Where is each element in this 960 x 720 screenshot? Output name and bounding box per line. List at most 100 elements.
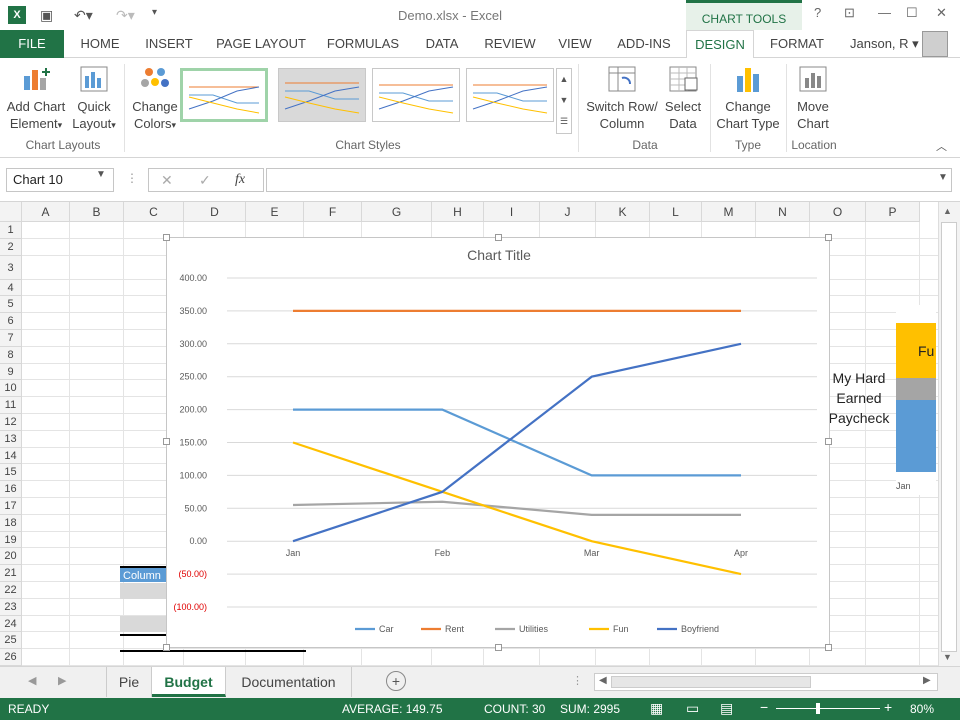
expand-formula-bar-icon[interactable]: ▼: [938, 172, 948, 183]
collapse-ribbon-icon[interactable]: ︿: [936, 138, 947, 154]
column-header-f[interactable]: F: [304, 202, 362, 222]
row-header-6[interactable]: 6: [0, 313, 22, 330]
help-icon[interactable]: ?: [814, 5, 821, 20]
chart-style-1[interactable]: [180, 68, 268, 122]
row-header-26[interactable]: 26: [0, 649, 22, 666]
page-layout-view-icon[interactable]: ▭: [686, 700, 699, 717]
chart-style-2[interactable]: [278, 68, 366, 122]
column-header-c[interactable]: C: [124, 202, 184, 222]
table-row[interactable]: [120, 616, 166, 632]
user-name[interactable]: Janson, R ▾: [850, 36, 919, 52]
redo-icon[interactable]: ↷▾: [116, 7, 135, 24]
save-icon[interactable]: ▣: [40, 7, 53, 24]
row-header-13[interactable]: 13: [0, 430, 22, 448]
row-header-22[interactable]: 22: [0, 582, 22, 599]
row-header-14[interactable]: 14: [0, 447, 22, 465]
normal-view-icon[interactable]: ▦: [650, 700, 663, 717]
undo-icon[interactable]: ↶▾: [74, 7, 93, 24]
tab-insert[interactable]: INSERT: [138, 30, 200, 58]
tab-design[interactable]: DESIGN: [686, 30, 754, 59]
zoom-out-icon[interactable]: −: [760, 699, 768, 715]
zoom-slider-thumb[interactable]: [816, 703, 820, 714]
column-header-i[interactable]: I: [484, 202, 540, 222]
zoom-in-icon[interactable]: +: [884, 699, 892, 715]
close-icon[interactable]: ✕: [936, 5, 947, 21]
row-header-17[interactable]: 17: [0, 498, 22, 515]
column-header-b[interactable]: B: [70, 202, 124, 222]
row-header-4[interactable]: 4: [0, 279, 22, 297]
zoom-level[interactable]: 80%: [910, 702, 934, 716]
minimize-icon[interactable]: —: [878, 5, 891, 20]
resize-handle[interactable]: [163, 644, 170, 651]
name-box-dropdown-icon[interactable]: ▼: [96, 169, 106, 180]
row-header-8[interactable]: 8: [0, 346, 22, 364]
resize-handle[interactable]: [495, 644, 502, 651]
sheet-tab-pie[interactable]: Pie: [106, 667, 152, 697]
column-header-d[interactable]: D: [184, 202, 246, 222]
ribbon-display-icon[interactable]: ⊡: [844, 5, 855, 21]
tab-view[interactable]: VIEW: [552, 30, 598, 58]
horizontal-scrollbar[interactable]: ◀ ▶: [594, 673, 938, 691]
row-header-12[interactable]: 12: [0, 414, 22, 431]
tab-review[interactable]: REVIEW: [478, 30, 542, 58]
avatar[interactable]: [922, 31, 948, 57]
column-header-n[interactable]: N: [756, 202, 810, 222]
row-header-23[interactable]: 23: [0, 598, 22, 616]
h-scroll-thumb[interactable]: [611, 676, 811, 688]
paycheck-chart[interactable]: Fu Jan: [896, 305, 936, 495]
page-break-view-icon[interactable]: ▤: [720, 700, 733, 717]
zoom-slider-track[interactable]: [776, 708, 880, 709]
scroll-down-icon[interactable]: ▼: [943, 652, 952, 662]
cancel-icon[interactable]: ✕: [161, 172, 173, 189]
add-chart-element-button[interactable]: Add Chart Element▾: [4, 64, 68, 134]
row-header-19[interactable]: 19: [0, 531, 22, 549]
switch-row-column-button[interactable]: Switch Row/ Column: [584, 64, 660, 132]
scroll-left-icon[interactable]: ◀: [599, 675, 607, 686]
row-header-18[interactable]: 18: [0, 514, 22, 532]
table-row[interactable]: [120, 583, 166, 599]
prev-sheet-icon[interactable]: ◀: [28, 674, 36, 687]
tab-add-ins[interactable]: ADD-INS: [608, 30, 680, 58]
row-header-15[interactable]: 15: [0, 464, 22, 482]
sheet-tab-documentation[interactable]: Documentation: [226, 667, 352, 697]
column-header-p[interactable]: P: [866, 202, 920, 222]
move-chart-button[interactable]: Move Chart: [790, 64, 836, 132]
resize-handle[interactable]: [163, 234, 170, 241]
tab-file[interactable]: FILE: [0, 30, 64, 58]
change-chart-type-button[interactable]: Change Chart Type: [712, 64, 784, 132]
resize-handle[interactable]: [163, 438, 170, 445]
tab-formulas[interactable]: FORMULAS: [322, 30, 404, 58]
scroll-thumb[interactable]: [941, 222, 957, 652]
column-header-h[interactable]: H: [432, 202, 484, 222]
cell-c20[interactable]: Column: [120, 566, 166, 582]
row-header-1[interactable]: 1: [0, 222, 22, 239]
insert-function-icon[interactable]: fx: [235, 172, 245, 188]
formula-input[interactable]: [266, 168, 952, 192]
customize-qat-icon[interactable]: ▾: [152, 7, 157, 18]
chart-style-3[interactable]: [372, 68, 460, 122]
column-header-o[interactable]: O: [810, 202, 866, 222]
row-header-10[interactable]: 10: [0, 380, 22, 398]
row-header-16[interactable]: 16: [0, 481, 22, 498]
enter-icon[interactable]: ✓: [199, 172, 211, 189]
tab-home[interactable]: HOME: [70, 30, 130, 58]
vertical-scrollbar[interactable]: ▲ ▼: [938, 202, 960, 666]
row-header-25[interactable]: 25: [0, 632, 22, 650]
maximize-icon[interactable]: ☐: [906, 5, 918, 21]
row-header-11[interactable]: 11: [0, 397, 22, 414]
row-header-7[interactable]: 7: [0, 330, 22, 347]
row-header-5[interactable]: 5: [0, 296, 22, 314]
resize-handle[interactable]: [825, 438, 832, 445]
tab-split-grip-icon[interactable]: ⋮: [572, 674, 583, 687]
resize-handle[interactable]: [825, 644, 832, 651]
column-header-e[interactable]: E: [246, 202, 304, 222]
scroll-right-icon[interactable]: ▶: [923, 675, 931, 686]
row-header-9[interactable]: 9: [0, 363, 22, 381]
column-header-a[interactable]: A: [22, 202, 70, 222]
select-data-button[interactable]: Select Data: [660, 64, 706, 132]
next-sheet-icon[interactable]: ▶: [58, 674, 66, 687]
select-all-corner[interactable]: [0, 202, 22, 222]
line-chart[interactable]: Chart Title 400.00 350.00 300.00 250.00 200.0…: [163, 234, 832, 651]
tab-data[interactable]: DATA: [414, 30, 470, 58]
column-header-g[interactable]: G: [362, 202, 432, 222]
